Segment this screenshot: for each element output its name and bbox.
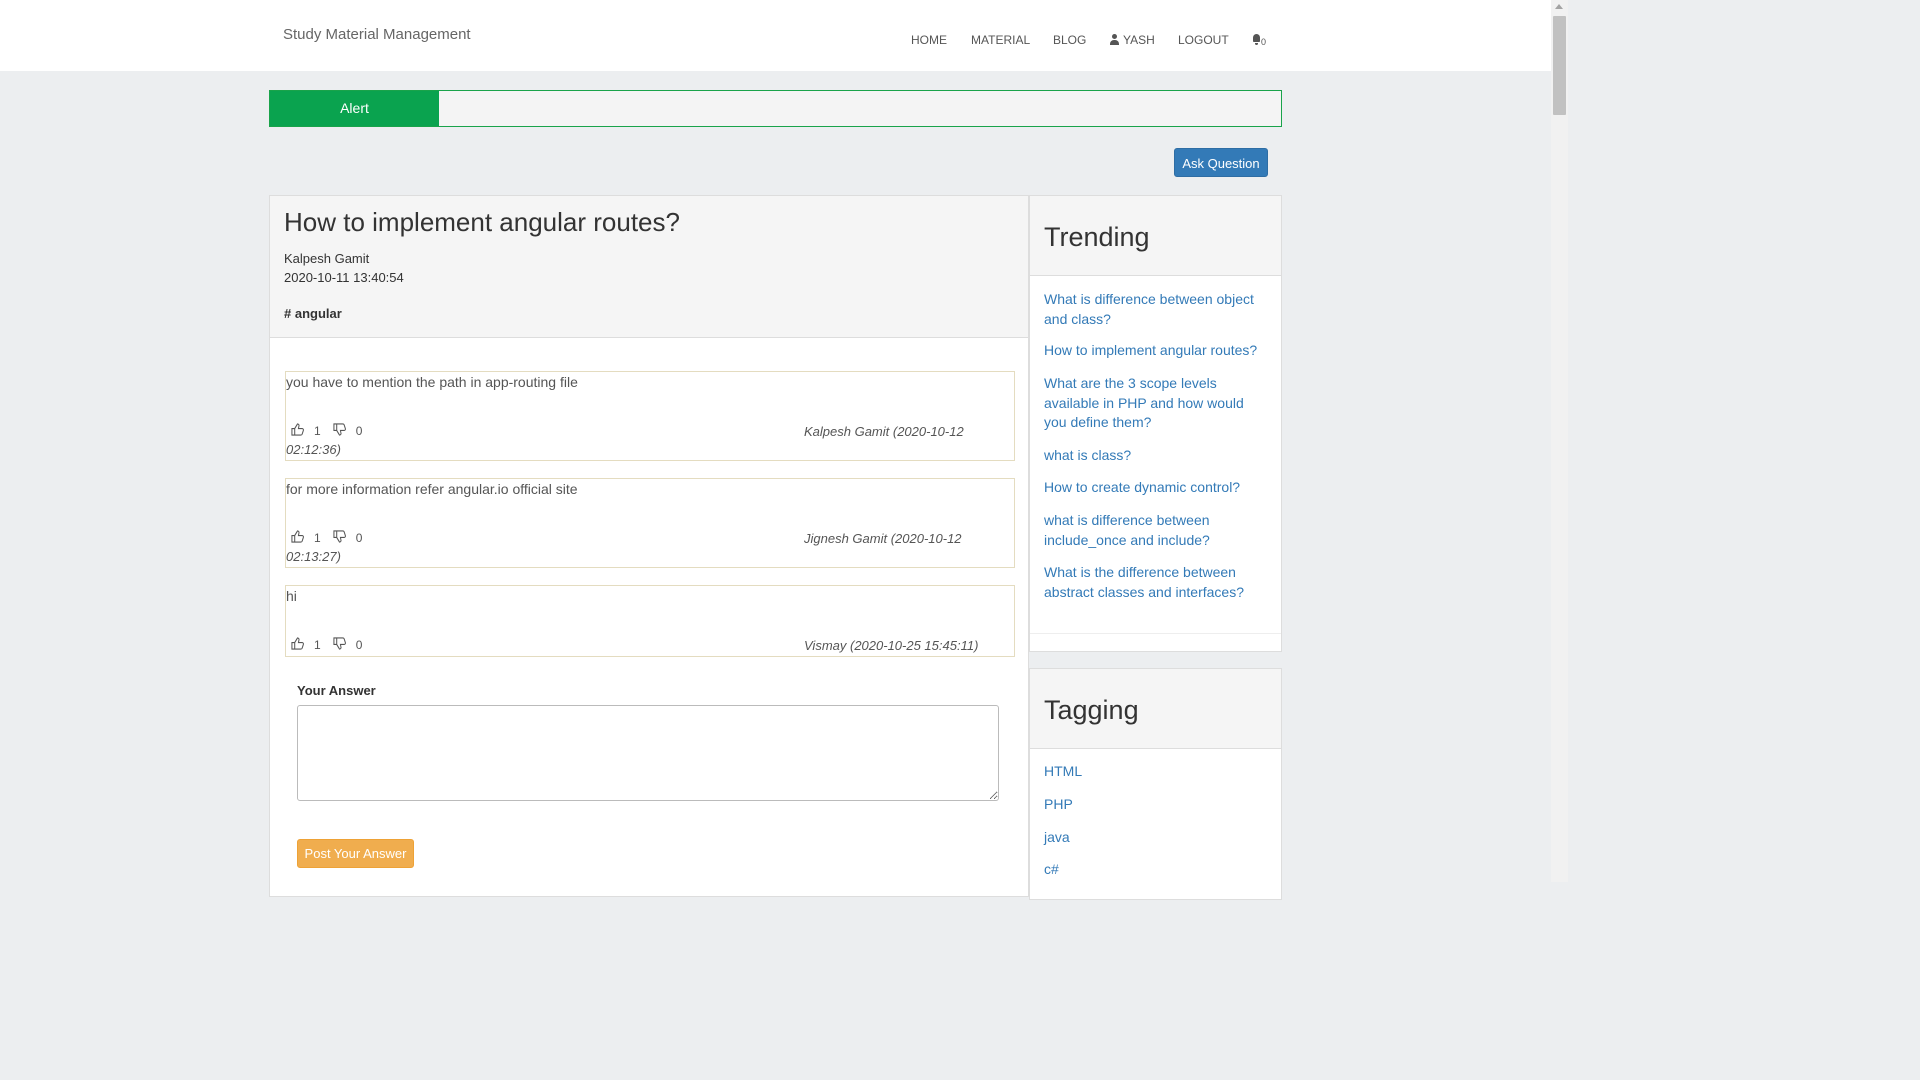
alert-bar: Alert — [269, 90, 1282, 127]
trending-title: Trending — [1044, 222, 1150, 252]
nav-user-label: YASH — [1123, 33, 1155, 47]
trending-link[interactable]: What is difference between object and cl… — [1044, 290, 1269, 329]
nav-home[interactable]: HOME — [911, 33, 947, 47]
answer-votes: 10 — [291, 637, 374, 652]
like-count: 1 — [314, 424, 321, 438]
trending-link[interactable]: What is the difference between abstract … — [1044, 563, 1269, 602]
trending-panel: Trending What is difference between obje… — [1029, 195, 1282, 652]
your-answer-label: Your Answer — [297, 683, 376, 698]
scroll-thumb[interactable] — [1553, 16, 1566, 115]
notification-count: 0 — [1261, 37, 1267, 47]
question-tag: # angular — [284, 306, 342, 321]
dislike-count: 0 — [355, 531, 363, 545]
dislike-count: 0 — [355, 638, 363, 652]
thumbs-up-icon[interactable] — [291, 637, 304, 650]
nav-menu: HOME MATERIAL BLOG YASH LOGOUT 0 — [0, 30, 1551, 50]
trending-link[interactable]: How to create dynamic control? — [1044, 478, 1269, 498]
thumbs-down-icon[interactable] — [333, 530, 346, 543]
thumbs-down-icon[interactable] — [333, 423, 346, 436]
answer-votes: 10 — [291, 530, 374, 545]
nav-user[interactable]: YASH — [1109, 33, 1155, 47]
tagging-title: Tagging — [1044, 695, 1139, 725]
answer-meta: Kalpesh Gamit (2020-10-12 — [804, 424, 964, 439]
trending-link[interactable]: what is difference between include_once … — [1044, 511, 1269, 550]
thumbs-down-icon[interactable] — [333, 637, 346, 650]
alert-label: Alert — [270, 91, 439, 126]
tag-link[interactable]: HTML — [1044, 762, 1269, 782]
question-date: 2020-10-11 13:40:54 — [284, 270, 404, 285]
answer-item: hi 10 Vismay (2020-10-25 15:45:11) — [285, 585, 1015, 657]
tag-link[interactable]: PHP — [1044, 795, 1269, 815]
trending-link[interactable]: what is class? — [1044, 446, 1269, 466]
answer-text: for more information refer angular.io of… — [286, 481, 578, 497]
answer-meta-cont: 02:13:27) — [286, 549, 341, 564]
answer-meta: Jignesh Gamit (2020-10-12 — [804, 531, 962, 546]
question-author: Kalpesh Gamit — [284, 251, 370, 266]
answer-text: you have to mention the path in app-rout… — [286, 374, 578, 390]
nav-notifications[interactable]: 0 — [1252, 33, 1266, 47]
navbar: Study Material Management HOME MATERIAL … — [0, 0, 1551, 71]
post-answer-button[interactable]: Post Your Answer — [297, 839, 414, 868]
nav-material[interactable]: MATERIAL — [971, 33, 1030, 47]
page-scrollbar[interactable] — [1551, 0, 1568, 882]
answer-meta: Vismay (2020-10-25 15:45:11) — [804, 638, 979, 653]
question-header: How to implement angular routes? Kalpesh… — [270, 196, 1028, 338]
user-icon — [1109, 34, 1120, 45]
thumbs-up-icon[interactable] — [291, 423, 304, 436]
like-count: 1 — [314, 531, 321, 545]
tagging-header: Tagging — [1030, 669, 1281, 749]
like-count: 1 — [314, 638, 321, 652]
ask-question-button[interactable]: Ask Question — [1174, 148, 1268, 177]
trending-link[interactable]: How to implement angular routes? — [1044, 341, 1269, 361]
nav-logout[interactable]: LOGOUT — [1178, 33, 1229, 47]
question-title: How to implement angular routes? — [284, 207, 680, 237]
trending-link[interactable]: What are the 3 scope levels available in… — [1044, 374, 1269, 433]
nav-blog[interactable]: BLOG — [1053, 33, 1086, 47]
trending-footer-divider — [1030, 633, 1281, 634]
bell-icon — [1252, 34, 1261, 45]
answer-item: you have to mention the path in app-rout… — [285, 371, 1015, 461]
question-panel: How to implement angular routes? Kalpesh… — [269, 195, 1029, 897]
answer-meta-cont: 02:12:36) — [286, 442, 341, 457]
answer-item: for more information refer angular.io of… — [285, 478, 1015, 568]
answer-textarea[interactable] — [297, 705, 999, 801]
answer-text: hi — [286, 588, 297, 604]
tagging-panel: Tagging HTML PHP java c# — [1029, 668, 1282, 900]
tag-link[interactable]: java — [1044, 828, 1269, 848]
tag-link[interactable]: c# — [1044, 860, 1269, 880]
answer-votes: 10 — [291, 423, 374, 438]
trending-header: Trending — [1030, 196, 1281, 276]
dislike-count: 0 — [355, 424, 363, 438]
scroll-up-arrow-icon[interactable] — [1555, 4, 1563, 9]
thumbs-up-icon[interactable] — [291, 530, 304, 543]
